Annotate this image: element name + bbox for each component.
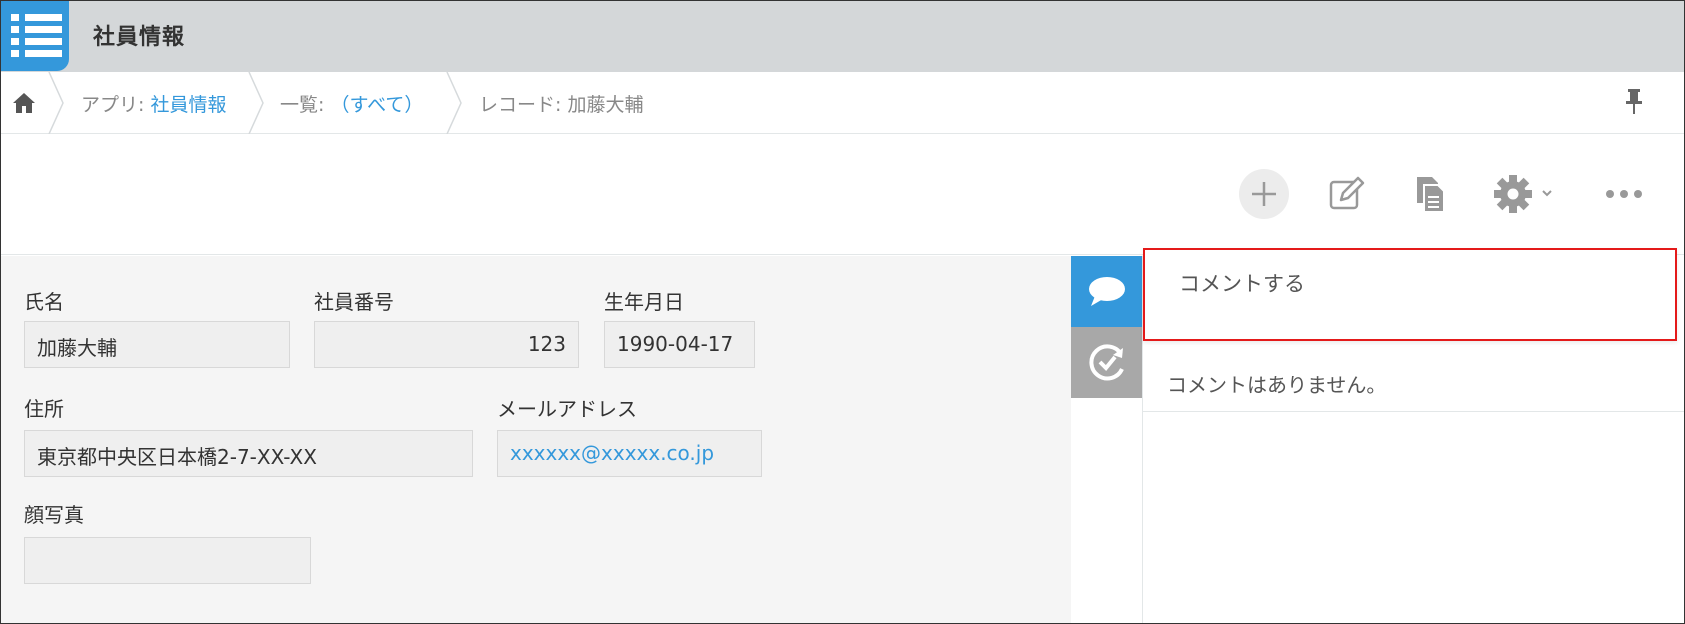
birthday-field: 1990-04-17 xyxy=(604,321,755,368)
breadcrumb-record-prefix: レコード: xyxy=(479,94,568,116)
breadcrumb-app: アプリ: 社員情報 xyxy=(81,90,226,117)
breadcrumb: アプリ: 社員情報 一覧: （すべて） レコード: 加藤大輔 xyxy=(1,72,1684,134)
duplicate-icon xyxy=(1417,177,1445,213)
more-options-button[interactable] xyxy=(1599,169,1649,219)
address-field: 東京都中央区日本橋2-7-XX-XX xyxy=(24,430,473,477)
photo-field xyxy=(24,537,311,584)
breadcrumb-list: 一覧: （すべて） xyxy=(280,90,423,117)
app-list-icon[interactable] xyxy=(1,1,69,71)
email-field: xxxxxx@xxxxx.co.jp xyxy=(497,430,762,477)
comments-tab[interactable] xyxy=(1071,256,1142,327)
email-link[interactable]: xxxxxx@xxxxx.co.jp xyxy=(510,441,714,465)
comment-placeholder: コメントする xyxy=(1179,272,1305,296)
speech-bubble-icon xyxy=(1089,277,1125,306)
duplicate-record-button[interactable] xyxy=(1406,169,1456,219)
name-label: 氏名 xyxy=(24,290,64,314)
breadcrumb-separator-icon xyxy=(248,72,264,134)
record-toolbar xyxy=(1,135,1684,255)
app-header: 社員情報 xyxy=(1,1,1684,72)
breadcrumb-list-prefix: 一覧: xyxy=(280,94,331,116)
breadcrumb-app-prefix: アプリ: xyxy=(81,94,151,116)
add-record-button[interactable] xyxy=(1239,169,1289,219)
pin-icon[interactable] xyxy=(1624,88,1644,116)
divider xyxy=(1143,411,1684,412)
app-title: 社員情報 xyxy=(93,25,186,50)
gear-icon xyxy=(1494,175,1552,213)
history-tab[interactable] xyxy=(1071,327,1142,398)
breadcrumb-list-link[interactable]: （すべて） xyxy=(330,94,423,116)
breadcrumb-record: レコード: 加藤大輔 xyxy=(479,90,643,117)
breadcrumb-separator-icon xyxy=(48,72,64,134)
photo-label: 顔写真 xyxy=(24,503,84,527)
history-icon xyxy=(1089,344,1124,381)
breadcrumb-app-link[interactable]: 社員情報 xyxy=(150,94,226,116)
breadcrumb-record-name: 加藤大輔 xyxy=(567,94,644,116)
edit-icon xyxy=(1329,176,1365,210)
birthday-label: 生年月日 xyxy=(604,290,684,314)
plus-icon xyxy=(1252,182,1276,206)
edit-record-button[interactable] xyxy=(1321,169,1371,219)
more-icon xyxy=(1606,190,1642,198)
comment-input[interactable]: コメントする xyxy=(1143,248,1677,341)
home-icon[interactable] xyxy=(11,90,37,116)
employee-no-label: 社員番号 xyxy=(314,290,394,314)
breadcrumb-separator-icon xyxy=(446,72,462,134)
address-label: 住所 xyxy=(24,397,64,421)
email-label: メールアドレス xyxy=(497,397,637,421)
employee-no-field: 123 xyxy=(314,321,579,368)
name-field: 加藤大輔 xyxy=(24,321,290,368)
no-comments-message: コメントはありません。 xyxy=(1167,373,1387,397)
page-frame: 社員情報 アプリ: 社員情報 一覧: （すべて） レコード: 加藤大輔 氏名 加… xyxy=(0,0,1685,624)
settings-menu-button[interactable] xyxy=(1489,169,1559,219)
